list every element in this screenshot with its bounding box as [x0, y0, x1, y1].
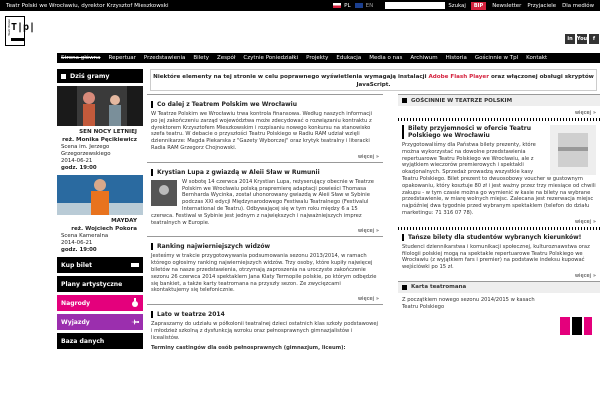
lang-pl[interactable]: PL — [344, 3, 351, 9]
more-link[interactable]: więcej » — [402, 273, 596, 279]
play-time: godz. 19:00 — [61, 165, 97, 171]
buy-ticket-button[interactable]: Kup bilet — [57, 257, 143, 273]
nav-projects[interactable]: Projekty — [302, 55, 332, 61]
articles-column: Co dalej z Teatrem Polskim we Wrocławiu … — [147, 94, 383, 400]
article: Lato w teatrze 2014 Zapraszamy do udział… — [147, 304, 383, 353]
today-header: Dziś gramy — [57, 69, 143, 83]
play-director: reż. Wojciech Pokora — [71, 226, 137, 232]
right-item-title[interactable]: Tańsze bilety dla studentów wybranych ki… — [402, 233, 596, 241]
linkedin-icon[interactable]: in — [565, 34, 575, 44]
nav-contact[interactable]: Kontakt — [522, 55, 551, 61]
more-link[interactable]: więcej » — [151, 154, 379, 160]
article-body: W Teatrze Polskim we Wrocławiu trwa kont… — [151, 111, 373, 151]
org-text: Teatr Polski we Wrocławiu, dyrektor Krzy… — [6, 2, 169, 9]
logo-strip — [11, 38, 24, 41]
play-time: godz. 19:00 — [61, 247, 97, 253]
article-title[interactable]: Krystian Lupa z gwiazdą w Aleii Sław w R… — [151, 168, 379, 176]
right-column: GOŚCINNIE W TEATRZE POLSKIM więcej » Bil… — [398, 94, 600, 400]
article-title[interactable]: Lato w teatrze 2014 — [151, 311, 379, 319]
nav-repertoire[interactable]: Repertuar — [105, 55, 140, 61]
logo[interactable]: Teatr Polski T|p| — [5, 16, 35, 46]
artistic-plans-button[interactable]: Plany artystyczne — [57, 276, 143, 292]
article: Ranking najwierniejszych widzów Jesteśmy… — [147, 236, 383, 304]
youtube-icon[interactable]: You — [577, 34, 587, 44]
main-nav: Strona główna Repertuar Przedstawienia B… — [57, 53, 600, 63]
nav-ensemble[interactable]: Zespół — [213, 55, 239, 61]
facebook-icon[interactable]: f — [589, 34, 599, 44]
search-button[interactable]: Szukaj — [448, 3, 466, 9]
more-link[interactable]: więcej » — [151, 228, 379, 234]
article-title[interactable]: Ranking najwierniejszych widzów — [151, 243, 379, 251]
square-icon — [61, 73, 66, 79]
play-director: reż. Monika Pęcikiewicz — [62, 137, 137, 143]
media-link[interactable]: Dla mediów — [562, 3, 594, 9]
play-date: 2014-06-21 — [61, 240, 93, 246]
nav-readings[interactable]: Czytnie Poniedziałki — [239, 55, 302, 61]
nav-media[interactable]: Media o nas — [365, 55, 406, 61]
gift-ticket-thumbnail[interactable] — [550, 125, 596, 175]
casting-heading: Terminy castingów dla osób pełnosprawnyc… — [151, 344, 346, 351]
play-venue: Scena Kameralna — [61, 233, 109, 239]
right-item: Tańsze bilety dla studentów wybranych ki… — [398, 230, 600, 281]
article: Co dalej z Teatrem Polskim we Wrocławiu … — [147, 94, 383, 162]
awards-label: Nagrody — [61, 299, 91, 307]
square-icon — [402, 284, 407, 290]
play-photo-1[interactable] — [57, 86, 143, 126]
nav-history[interactable]: Historia — [442, 55, 471, 61]
right-item-body: Studenci dziennikarstwa i komunikacji sp… — [402, 243, 590, 271]
polish-flag-icon[interactable] — [333, 3, 342, 8]
notice-text: Niektóre elementy na tej stronie w celu … — [153, 74, 427, 80]
flash-notice: Niektóre elementy na tej stronie w celu … — [150, 69, 597, 91]
guests-header: GOŚCINNIE W TEATRZE POLSKIM — [398, 94, 600, 106]
nav-tickets[interactable]: Bilety — [189, 55, 213, 61]
article-body: Jesteśmy w trakcie przygotowywania podsu… — [151, 253, 377, 294]
today-header-label: Dziś gramy — [70, 72, 110, 80]
friends-link[interactable]: Przyjaciele — [527, 3, 556, 9]
more-link[interactable]: więcej » — [402, 219, 596, 225]
article-title[interactable]: Co dalej z Teatrem Polskim we Wrocławiu — [151, 101, 379, 108]
nav-guests[interactable]: Gościnnie w Tpl — [471, 55, 522, 61]
nav-home[interactable]: Strona główna — [57, 55, 105, 61]
newsletter-link[interactable]: Newsletter — [492, 3, 521, 9]
bip-button[interactable]: BIP — [470, 1, 487, 10]
buy-ticket-label: Kup bilet — [61, 261, 93, 269]
article-body: W sobotę 14 czerwca 2014 Krystian Lupa, … — [151, 178, 374, 226]
tours-label: Wyjazdy — [61, 318, 90, 326]
article-body: Zapraszamy do udziału w półkolonii teatr… — [151, 321, 378, 341]
english-flag-icon[interactable] — [354, 3, 363, 8]
tours-button[interactable]: Wyjazdy — [57, 314, 143, 330]
lang-en[interactable]: EN — [366, 3, 374, 9]
play-venue: Scena im. Jerzego Grzegorzewskiego — [61, 144, 111, 157]
sidebar: Dziś gramy SEN NOCY LETNIEJ reż. Monika … — [57, 69, 143, 400]
square-icon — [402, 98, 407, 103]
awards-button[interactable]: Nagrody — [57, 295, 143, 311]
top-bar: Teatr Polski we Wrocławiu, dyrektor Krzy… — [0, 0, 600, 11]
medal-icon — [132, 298, 138, 307]
right-item: Bilety przyjemności w ofercie Teatru Pol… — [398, 121, 600, 227]
more-link[interactable]: więcej » — [151, 296, 379, 302]
airplane-icon — [131, 319, 139, 325]
nav-archive[interactable]: Archiwum — [406, 55, 441, 61]
more-link[interactable]: więcej » — [398, 108, 600, 118]
search-input[interactable] — [385, 2, 446, 9]
artistic-plans-label: Plany artystyczne — [61, 280, 123, 288]
card-header: Karta teatromana — [398, 280, 600, 293]
article: Krystian Lupa z gwiazdą w Aleii Sław w R… — [147, 161, 383, 237]
flash-link[interactable]: Adobe Flash Player — [428, 74, 489, 80]
guests-header-label: GOŚCINNIE W TEATRZE POLSKIM — [411, 97, 513, 104]
logo-text: T|p| — [11, 22, 36, 33]
ticket-icon — [131, 263, 139, 267]
article-thumbnail[interactable] — [151, 179, 177, 206]
nav-shows[interactable]: Przedstawienia — [140, 55, 189, 61]
play-title[interactable]: MAYDAY — [57, 218, 143, 225]
database-button[interactable]: Baza danych — [57, 333, 143, 349]
card-thumbnail[interactable] — [556, 306, 596, 345]
card-header-label: Karta teatromana — [411, 284, 467, 291]
play-title[interactable]: SEN NOCY LETNIEJ — [57, 129, 143, 136]
play-date: 2014-06-21 — [61, 158, 93, 164]
play-photo-2[interactable] — [57, 175, 143, 215]
database-label: Baza danych — [61, 337, 105, 345]
nav-education[interactable]: Edukacja — [332, 55, 365, 61]
right-item: Z początkiem nowego sezonu 2014/2015 w k… — [398, 293, 600, 345]
